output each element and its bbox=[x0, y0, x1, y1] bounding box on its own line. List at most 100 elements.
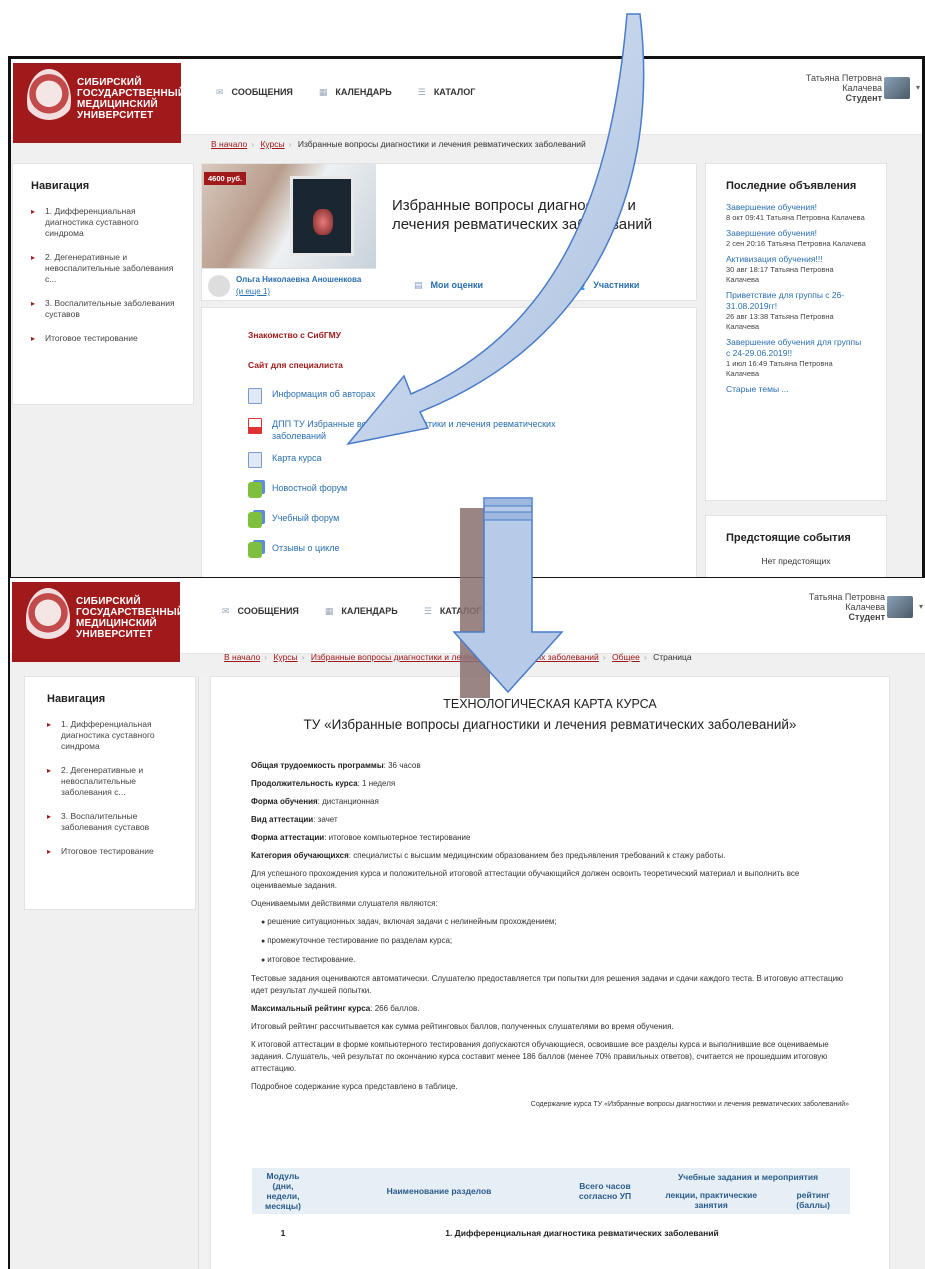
page-title: ТЕХНОЛОГИЧЕСКАЯ КАРТА КУРСА bbox=[443, 697, 657, 711]
teacher-name[interactable]: Ольга Николаевна Аношенкова bbox=[236, 275, 361, 284]
nav-item-section-2[interactable]: 2. Дегенеративные и невоспалительные заб… bbox=[31, 252, 175, 285]
navigation-title: Навигация bbox=[47, 693, 106, 705]
users-icon: 👥 bbox=[574, 280, 586, 290]
th-rating: рейтинг (баллы) bbox=[776, 1185, 850, 1214]
nav-item-section-3[interactable]: 3. Воспалительные заболевания суставов bbox=[31, 298, 175, 320]
breadcrumb-home[interactable]: В начало bbox=[211, 139, 247, 149]
announcement-meta: 8 окт 09:41 Татьяна Петровна Калачева bbox=[726, 213, 865, 222]
resource-feedback-forum[interactable]: Отзывы о цикле bbox=[248, 542, 650, 558]
announcement-link[interactable]: Активизация обучения!!! bbox=[726, 254, 866, 265]
grades-icon: ▤ bbox=[414, 280, 423, 290]
nav-item-section-3[interactable]: 3. Воспалительные заболевания суставов bbox=[47, 811, 173, 833]
breadcrumb-current: Избранные вопросы диагностики и лечения … bbox=[297, 139, 586, 149]
page-subtitle: ТУ «Избранные вопросы диагностики и лече… bbox=[303, 717, 797, 732]
table-row: 1 1. Дифференциальная диагностика ревмат… bbox=[252, 1214, 850, 1241]
chevron-down-icon[interactable]: ▾ bbox=[919, 602, 923, 611]
announcements-title: Последние объявления bbox=[726, 180, 857, 192]
list-item: промежуточное тестирование по разделам к… bbox=[261, 935, 849, 948]
nav-calendar[interactable]: ▦ КАЛЕНДАРЬ bbox=[319, 87, 392, 98]
course-map-screenshot: СИБИРСКИЙ ГОСУДАРСТВЕННЫЙ МЕДИЦИНСКИЙ УН… bbox=[8, 578, 925, 1269]
nav-messages[interactable]: ✉ СООБЩЕНИЯ bbox=[216, 87, 293, 98]
nav-catalog[interactable]: ☰ КАТАЛОГ bbox=[424, 606, 482, 617]
fact-form: Форма обучения: дистанционная bbox=[251, 797, 379, 806]
calendar-icon: ▦ bbox=[318, 87, 328, 97]
navigation-block: Навигация 1. Дифференциальная диагностик… bbox=[12, 163, 194, 405]
resource-course-map[interactable]: Карта курса bbox=[248, 452, 650, 468]
navigation-title: Навигация bbox=[31, 180, 90, 192]
breadcrumb-course[interactable]: Избранные вопросы диагностики и лечения … bbox=[311, 652, 599, 662]
course-page-screenshot: СИБИРСКИЙ ГОСУДАРСТВЕННЫЙ МЕДИЦИНСКИЙ УН… bbox=[8, 56, 925, 580]
university-logo[interactable]: СИБИРСКИЙ ГОСУДАРСТВЕННЫЙ МЕДИЦИНСКИЙ УН… bbox=[13, 63, 186, 143]
user-menu[interactable]: Татьяна Петровна Калачева Студент bbox=[806, 73, 882, 103]
navigation-block: Навигация 1. Дифференциальная диагностик… bbox=[24, 676, 196, 910]
resource-program-pdf[interactable]: ДПП ТУ Избранные вопросы диагностики и л… bbox=[248, 418, 588, 442]
nav-item-section-1[interactable]: 1. Дифференциальная диагностика суставно… bbox=[31, 206, 175, 239]
nav-catalog[interactable]: ☰ КАТАЛОГ bbox=[418, 87, 476, 98]
nav-item-section-2[interactable]: 2. Дегенеративные и невоспалительные заб… bbox=[47, 765, 173, 798]
announcement-link[interactable]: Завершение обучения для группы с 24-29.0… bbox=[726, 337, 866, 359]
row-number: 1 bbox=[280, 1228, 286, 1238]
logo-text: СИБИРСКИЙ ГОСУДАРСТВЕННЫЙ МЕДИЦИНСКИЙ УН… bbox=[77, 77, 186, 121]
breadcrumb-courses[interactable]: Курсы bbox=[260, 139, 284, 149]
resource-study-forum[interactable]: Учебный форум bbox=[248, 512, 650, 528]
breadcrumb-general[interactable]: Общее bbox=[612, 652, 640, 662]
teacher-more[interactable]: (и еще 1) bbox=[236, 287, 270, 296]
breadcrumb-home[interactable]: В начало bbox=[224, 652, 260, 662]
top-navigation: ✉ СООБЩЕНИЯ ▦ КАЛЕНДАРЬ ☰ КАТАЛОГ bbox=[216, 87, 475, 98]
resource-news-forum[interactable]: Новостной форум bbox=[248, 482, 650, 498]
breadcrumb-courses[interactable]: Курсы bbox=[273, 652, 297, 662]
announcement-meta: 2 сен 20:16 Татьяна Петровна Калачева bbox=[726, 239, 866, 248]
user-role: Студент bbox=[845, 93, 882, 103]
course-title: Избранные вопросы диагностики и лечения … bbox=[392, 197, 653, 233]
participants-link[interactable]: 👥 Участники bbox=[574, 280, 639, 291]
left-scrollbar[interactable] bbox=[198, 676, 208, 1269]
course-image: 4600 руб. bbox=[202, 164, 376, 268]
user-role: Студент bbox=[848, 612, 885, 622]
fact-category: Категория обучающихся: специалисты с выс… bbox=[251, 851, 726, 860]
announcement-link[interactable]: Приветствие для группы с 26-31.08.2019гг… bbox=[726, 290, 866, 312]
navigation-list: 1. Дифференциальная диагностика суставно… bbox=[47, 719, 173, 857]
nav-messages[interactable]: ✉ СООБЩЕНИЯ bbox=[222, 606, 299, 617]
th-lectures: лекции, практические занятия bbox=[646, 1185, 777, 1214]
th-module: Модуль (дни, недели, месяцы) bbox=[252, 1168, 314, 1214]
announcement-meta: 26 авг 13:38 Татьяна Петровна Калачева bbox=[726, 312, 834, 331]
my-grades-link[interactable]: ▤ Мои оценки bbox=[414, 280, 483, 291]
paragraph: Для успешного прохождения курса и положи… bbox=[251, 869, 800, 890]
paragraph: Подробное содержание курса представлено … bbox=[251, 1082, 458, 1091]
announcement-link[interactable]: Завершение обучения! bbox=[726, 202, 866, 213]
breadcrumb: В начало › Курсы › Избранные вопросы диагн… bbox=[211, 139, 586, 149]
nav-item-final-test[interactable]: Итоговое тестирование bbox=[47, 846, 173, 857]
nav-item-section-1[interactable]: 1. Дифференциальная диагностика суставно… bbox=[47, 719, 173, 752]
pdf-icon bbox=[248, 418, 262, 434]
fact-duration: Продолжительность курса: 1 неделя bbox=[251, 779, 396, 788]
logo-text: СИБИРСКИЙ ГОСУДАРСТВЕННЫЙ МЕДИЦИНСКИЙ УН… bbox=[76, 596, 185, 640]
nav-item-final-test[interactable]: Итоговое тестирование bbox=[31, 333, 175, 344]
document-icon bbox=[248, 388, 262, 404]
teacher-box[interactable]: Ольга Николаевна Аношенкова (и еще 1) bbox=[202, 268, 376, 302]
row-title: 1. Дифференциальная диагностика ревматич… bbox=[445, 1228, 719, 1238]
paragraph: Итоговый рейтинг рассчитывается как сумм… bbox=[251, 1022, 674, 1031]
announcements-block: Последние объявления Завершение обучения… bbox=[705, 163, 887, 501]
university-seal-icon bbox=[26, 588, 70, 650]
avatar[interactable] bbox=[887, 596, 913, 618]
paragraph: К итоговой аттестации в форме компьютерн… bbox=[251, 1040, 829, 1073]
intro-link[interactable]: Знакомство с СибГМУ bbox=[248, 330, 650, 340]
specialist-site-link[interactable]: Сайт для специалиста bbox=[248, 360, 650, 370]
resource-authors[interactable]: Информация об авторах bbox=[248, 388, 650, 404]
nav-calendar[interactable]: ▦ КАЛЕНДАРЬ bbox=[325, 606, 398, 617]
older-topics-link[interactable]: Старые темы ... bbox=[726, 384, 866, 395]
price-badge: 4600 руб. bbox=[204, 172, 247, 185]
forum-icon bbox=[248, 542, 262, 558]
university-logo[interactable]: СИБИРСКИЙ ГОСУДАРСТВЕННЫЙ МЕДИЦИНСКИЙ УН… bbox=[12, 582, 185, 662]
course-contents-table: Модуль (дни, недели, месяцы) Наименовани… bbox=[252, 1168, 850, 1241]
document-icon bbox=[248, 452, 262, 468]
list-item: решение ситуационных задач, включая зада… bbox=[261, 916, 849, 929]
forum-icon bbox=[248, 512, 262, 528]
avatar[interactable] bbox=[884, 77, 910, 99]
catalog-icon: ☰ bbox=[417, 87, 426, 97]
announcement-link[interactable]: Завершение обучения! bbox=[726, 228, 866, 239]
user-first-name: Татьяна Петровна bbox=[805, 73, 882, 83]
user-menu[interactable]: Татьяна Петровна Калачева Студент bbox=[809, 592, 885, 622]
envelope-icon: ✉ bbox=[216, 87, 224, 97]
chevron-down-icon[interactable]: ▾ bbox=[916, 83, 920, 92]
